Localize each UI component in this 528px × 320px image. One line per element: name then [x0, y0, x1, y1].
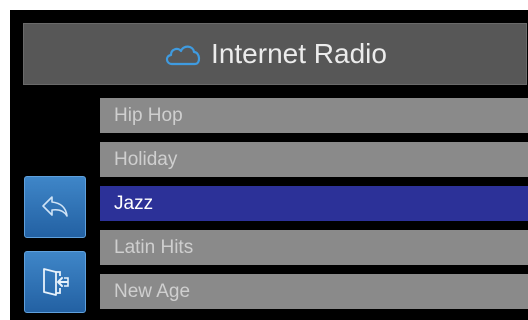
list-item-new-age[interactable]: New Age — [100, 274, 528, 309]
list-item-jazz[interactable]: Jazz — [100, 186, 528, 221]
radio-screen: Internet Radio Hip Hop Holiday Jazz Lati… — [10, 10, 528, 320]
back-arrow-icon — [42, 196, 68, 217]
list-item-latin-hits[interactable]: Latin Hits — [100, 230, 528, 265]
list-item-hip-hop[interactable]: Hip Hop — [100, 98, 528, 133]
cloud-icon — [165, 45, 201, 66]
exit-button[interactable] — [24, 251, 86, 313]
exit-door-icon — [43, 268, 69, 296]
back-button[interactable] — [24, 176, 86, 238]
page-title: Internet Radio — [211, 38, 387, 69]
header-bar: Internet Radio — [23, 23, 527, 85]
list-item-holiday[interactable]: Holiday — [100, 142, 528, 177]
